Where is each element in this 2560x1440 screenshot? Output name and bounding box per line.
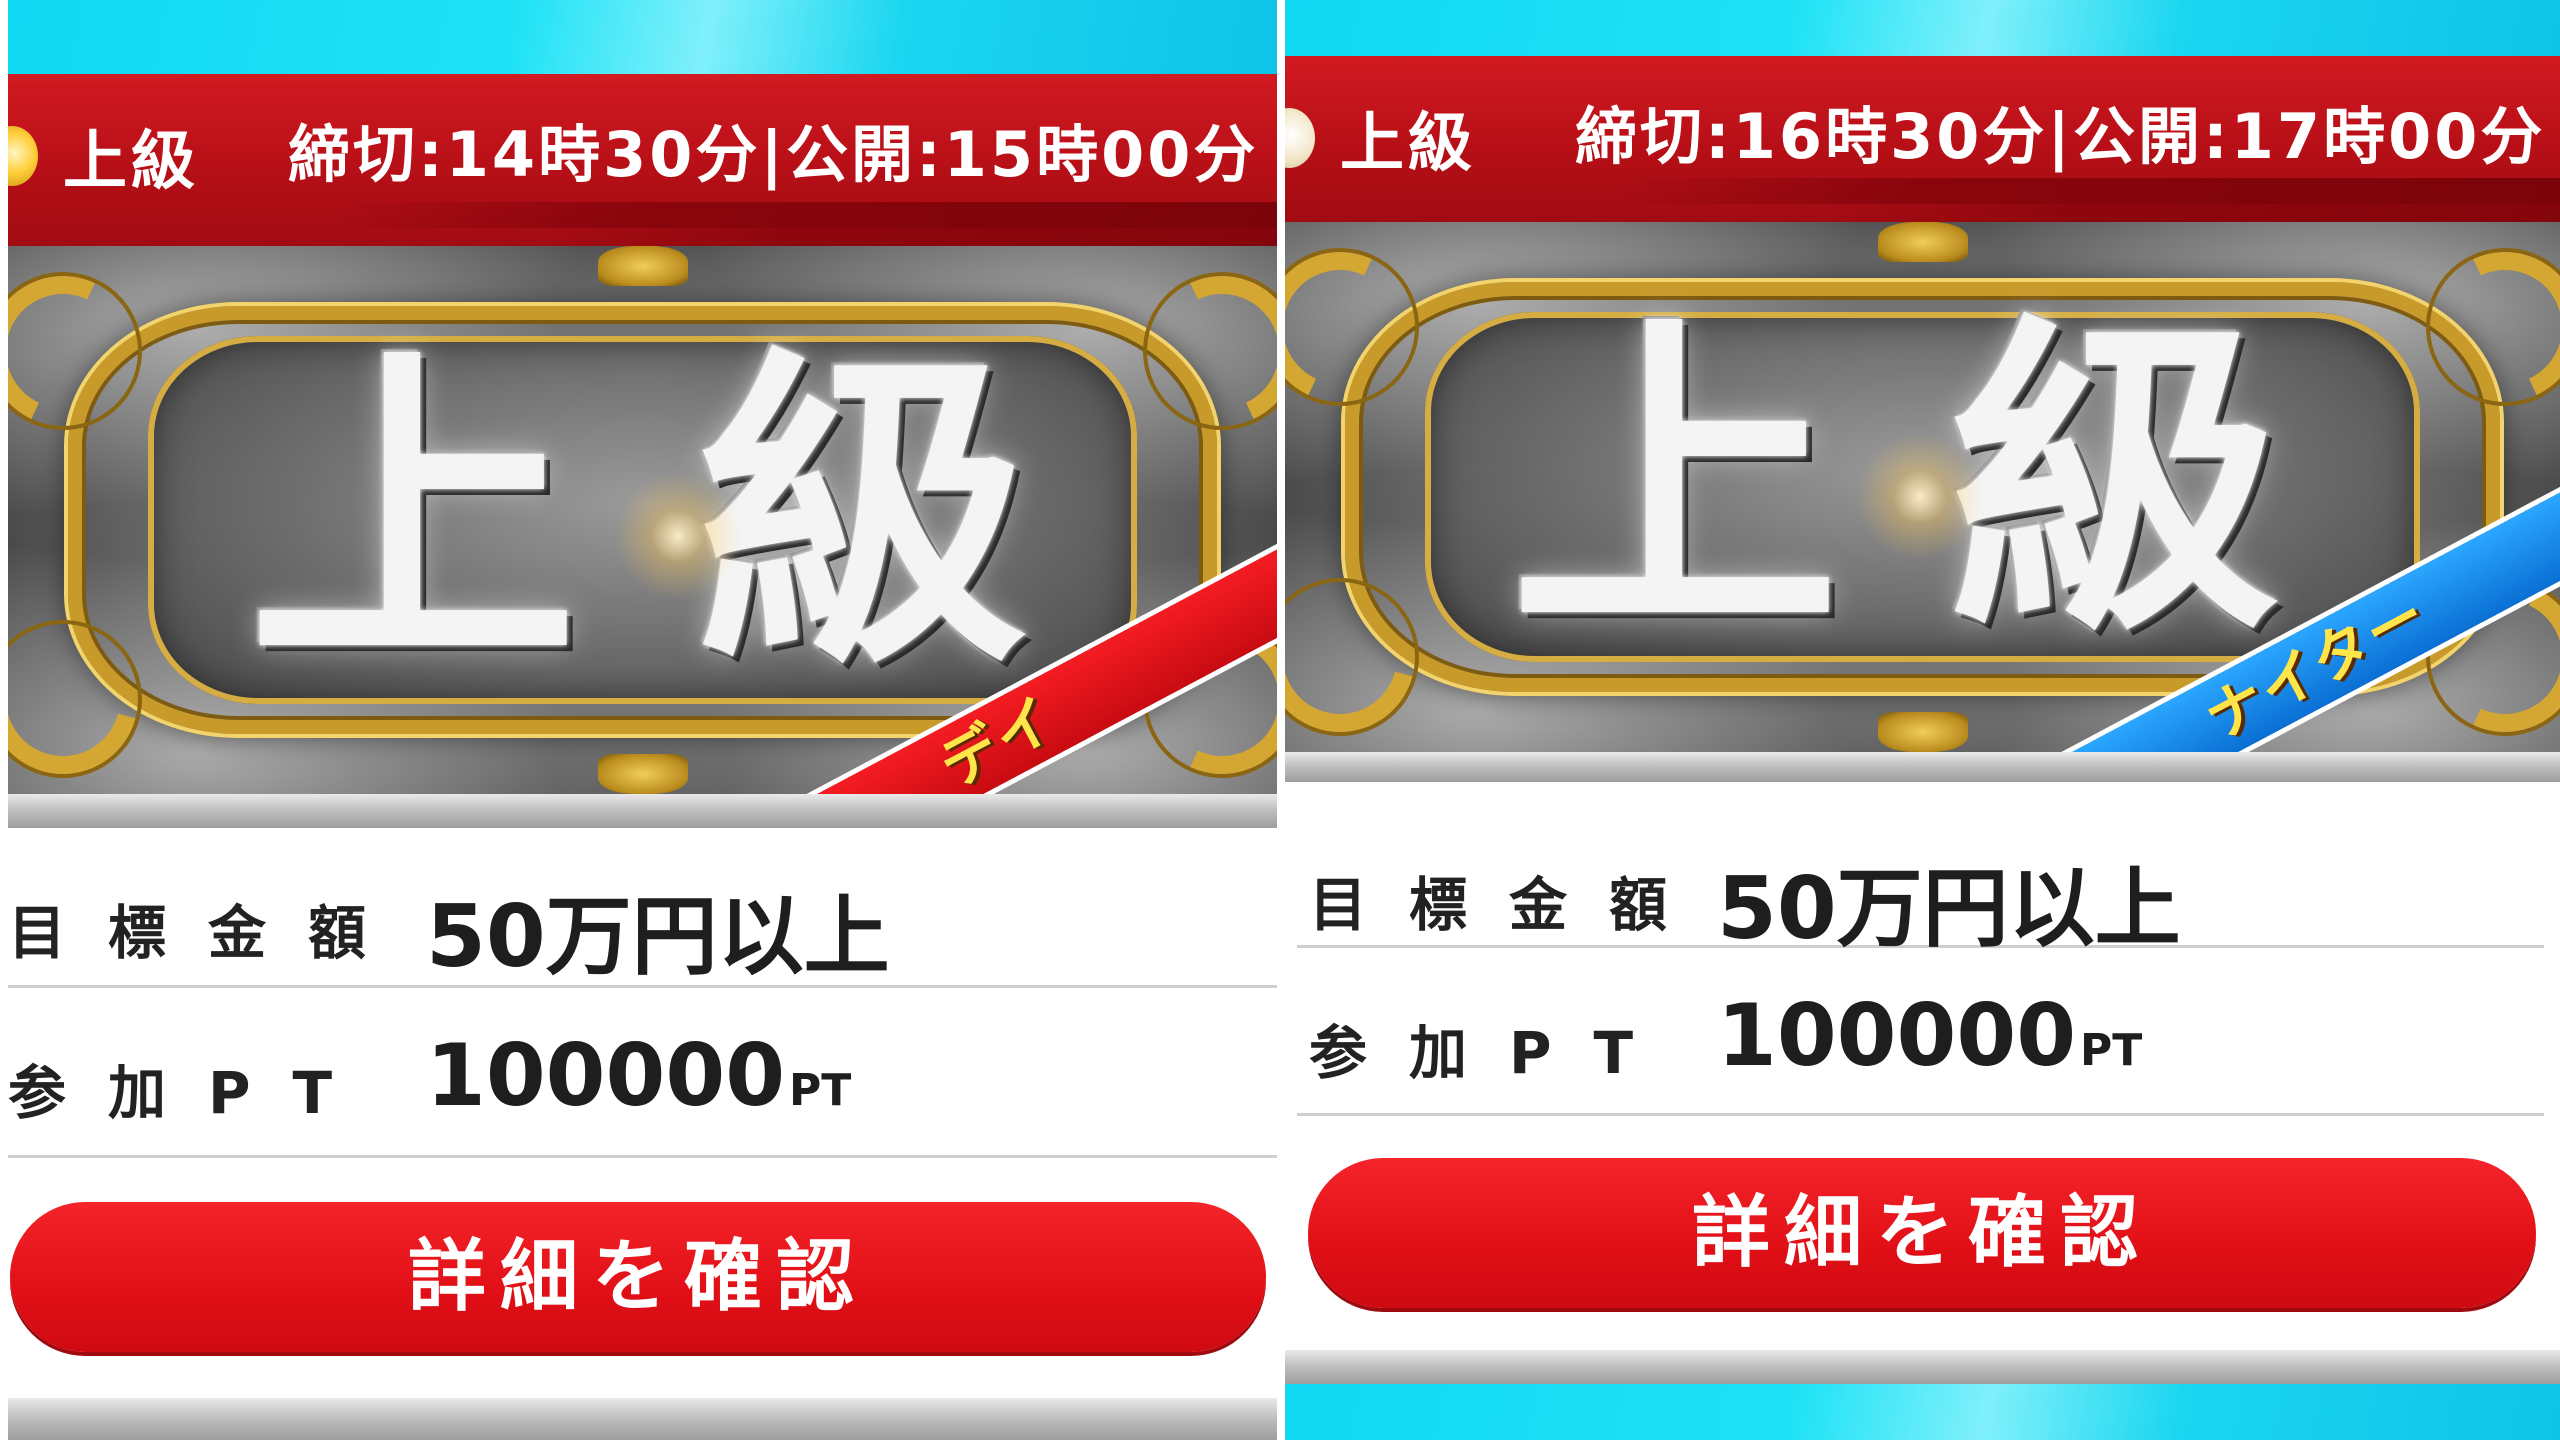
sky-strip bbox=[1285, 0, 2560, 56]
silver-divider bbox=[8, 794, 1277, 828]
silver-divider bbox=[8, 1398, 1277, 1440]
banner-title-char: 上 bbox=[248, 319, 578, 708]
info-label: 目標金額 bbox=[1309, 871, 1710, 939]
info-row-entry-pt: 参加PT 100000PT bbox=[1297, 948, 2544, 1116]
header-stripe bbox=[1610, 178, 2560, 204]
info-label: 参加PT bbox=[1309, 1019, 1676, 1087]
sparkle bbox=[1845, 422, 1995, 572]
info-row-target: 目標金額 50万円以上 bbox=[1297, 800, 2544, 959]
header-schedule: 締切:16時30分|公開:17時00分 bbox=[1575, 100, 2546, 173]
panel-gutter bbox=[1277, 0, 1285, 1440]
view-details-button[interactable]: 詳細を確認 bbox=[1308, 1158, 2536, 1308]
info-value: 50万円以上 bbox=[1717, 859, 2181, 959]
comparison-screenshot: 上級 締切:14時30分|公開:15時00分 上 級 デイ 目標金額 50万円以 bbox=[0, 0, 2560, 1440]
info-value: 100000PT bbox=[1717, 986, 2143, 1086]
contest-card-day: 上級 締切:14時30分|公開:15時00分 上 級 デイ 目標金額 50万円以 bbox=[0, 0, 1277, 1440]
info-value: 50万円以上 bbox=[426, 887, 890, 987]
header-level-tag: 上級 bbox=[63, 125, 199, 199]
gold-crest-ornament bbox=[597, 246, 688, 286]
header-stripe bbox=[1830, 204, 2560, 222]
info-label: 参加PT bbox=[8, 1059, 375, 1127]
header-level-tag: 上級 bbox=[1340, 107, 1476, 181]
info-label: 目標金額 bbox=[8, 899, 409, 967]
gold-crest-ornament bbox=[597, 754, 688, 794]
contest-card-night: 上級 締切:16時30分|公開:17時00分 上 級 ナイター 目標金額 50万 bbox=[1285, 0, 2560, 1440]
contest-info: 目標金額 50万円以上 参加PT 100000PT bbox=[8, 828, 1277, 1158]
level-banner[interactable]: 上 級 ナイター bbox=[1285, 222, 2560, 752]
header-stripe bbox=[327, 202, 1277, 228]
banner-title-char: 級 bbox=[1950, 286, 2280, 675]
silver-divider bbox=[1285, 1350, 2560, 1384]
sky-strip bbox=[8, 0, 1277, 74]
info-value: 100000PT bbox=[426, 1026, 852, 1126]
gold-crest-ornament bbox=[1877, 222, 1968, 262]
contest-info: 目標金額 50万円以上 参加PT 100000PT bbox=[1297, 800, 2544, 1116]
card-header: 上級 締切:14時30分|公開:15時00分 bbox=[8, 74, 1277, 246]
header-stripe bbox=[547, 228, 1277, 246]
header-schedule: 締切:14時30分|公開:15時00分 bbox=[288, 118, 1259, 191]
view-details-button[interactable]: 詳細を確認 bbox=[10, 1202, 1266, 1352]
card-header: 上級 締切:16時30分|公開:17時00分 bbox=[1285, 56, 2560, 222]
sky-strip bbox=[1285, 1384, 2560, 1440]
level-banner[interactable]: 上 級 デイ bbox=[8, 246, 1277, 794]
info-row-entry-pt: 参加PT 100000PT bbox=[8, 988, 1277, 1158]
info-row-target: 目標金額 50万円以上 bbox=[8, 828, 1277, 988]
silver-divider bbox=[1285, 752, 2560, 782]
banner-title-char: 上 bbox=[1510, 286, 1840, 675]
sparkle bbox=[603, 461, 753, 611]
cream-gem-icon bbox=[1285, 108, 1315, 168]
gold-crest-ornament bbox=[1877, 712, 1968, 752]
gold-gem-icon bbox=[8, 126, 38, 186]
